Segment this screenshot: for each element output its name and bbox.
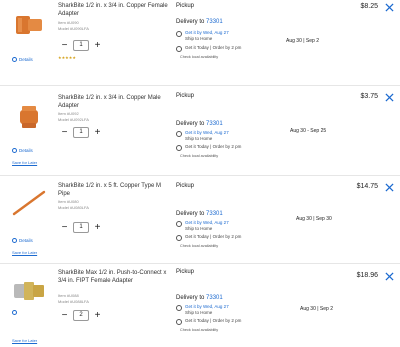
store-sku: Model #U080LFA bbox=[58, 205, 89, 210]
details-label: Details bbox=[19, 238, 33, 243]
item-price: $14.75 bbox=[356, 183, 378, 190]
zip-code-link[interactable]: 73301 bbox=[206, 19, 223, 25]
details-label: Details bbox=[19, 57, 33, 62]
zip-code-link[interactable]: 73301 bbox=[206, 295, 223, 301]
save-for-later-link[interactable]: Save for Later bbox=[12, 338, 37, 343]
decrement-button[interactable]: − bbox=[60, 127, 69, 138]
cart-item-2: SharkBite 1/2 in. x 3/4 in. Copper Male … bbox=[0, 88, 400, 176]
rating-stars: ★★★★★ bbox=[58, 55, 76, 60]
details-link[interactable]: Details bbox=[12, 57, 33, 62]
increment-button[interactable]: + bbox=[93, 127, 102, 138]
pickup-header: Pickup bbox=[176, 3, 195, 9]
cart-item-3: SharkBite 1/2 in. x 5 ft. Copper Type M … bbox=[0, 178, 400, 264]
radio-icon[interactable] bbox=[176, 145, 182, 151]
delivery-line: Delivery to 73301 bbox=[176, 295, 223, 301]
pickup-option[interactable]: Get it Today | Order by 2 pm bbox=[176, 144, 241, 151]
increment-button[interactable]: + bbox=[93, 40, 102, 51]
store-sku: Model #U092LFA bbox=[58, 117, 89, 122]
radio-icon[interactable] bbox=[176, 305, 182, 311]
pickup-option[interactable]: Get it Today | Order by 2 pm bbox=[176, 45, 241, 52]
ship-option[interactable]: Get it by Wed, Aug 27 Ship to Home bbox=[176, 30, 229, 41]
availability-note: Check local availability bbox=[180, 328, 219, 332]
details-label: Details bbox=[19, 148, 33, 153]
radio-icon[interactable] bbox=[176, 46, 182, 52]
delivery-date-range: Aug 30 | Sep 2 bbox=[286, 38, 319, 44]
radio-icon[interactable] bbox=[176, 31, 182, 37]
delivery-line: Delivery to 73301 bbox=[176, 121, 223, 127]
store-sku: Model #U088LFA bbox=[58, 299, 89, 304]
close-icon[interactable] bbox=[385, 93, 394, 102]
quantity-input[interactable]: 1 bbox=[73, 127, 89, 138]
item-price: $3.75 bbox=[360, 93, 378, 100]
quantity-stepper: − 1 + bbox=[60, 222, 102, 233]
decrement-button[interactable]: − bbox=[60, 40, 69, 51]
decrement-button[interactable]: − bbox=[60, 222, 69, 233]
increment-button[interactable]: + bbox=[93, 222, 102, 233]
radio-icon[interactable] bbox=[176, 235, 182, 241]
item-price: $8.25 bbox=[360, 3, 378, 10]
close-icon[interactable] bbox=[385, 272, 394, 281]
product-description[interactable]: SharkBite Max 1/2 in. Push-to-Connect x … bbox=[58, 269, 168, 285]
quantity-input[interactable]: 1 bbox=[73, 40, 89, 51]
radio-icon[interactable] bbox=[176, 131, 182, 137]
quantity-input[interactable]: 1 bbox=[73, 222, 89, 233]
pickup-option[interactable]: Get it Today | Order by 2 pm bbox=[176, 318, 241, 325]
pickup-header: Pickup bbox=[176, 93, 195, 99]
ship-option[interactable]: Get it by Wed, Aug 27 Ship to Home bbox=[176, 220, 229, 231]
quantity-stepper: − 2 + bbox=[60, 310, 102, 321]
radio-icon[interactable] bbox=[176, 319, 182, 325]
pickup-option[interactable]: Get it Today | Order by 2 pm bbox=[176, 234, 241, 241]
product-description[interactable]: SharkBite 1/2 in. x 3/4 in. Copper Femal… bbox=[58, 2, 168, 18]
circle-icon bbox=[12, 148, 17, 153]
ship-option[interactable]: Get it by Wed, Aug 27 Ship to Home bbox=[176, 304, 229, 315]
copper-female-adapter-image bbox=[16, 16, 42, 34]
quantity-stepper: − 1 + bbox=[60, 40, 102, 51]
pickup-header: Pickup bbox=[176, 183, 195, 189]
close-icon[interactable] bbox=[385, 3, 394, 12]
zip-code-link[interactable]: 73301 bbox=[206, 121, 223, 127]
circle-icon bbox=[12, 57, 17, 62]
details-link[interactable]: Details bbox=[12, 148, 33, 153]
product-description[interactable]: SharkBite 1/2 in. x 3/4 in. Copper Male … bbox=[58, 94, 168, 110]
save-for-later-link[interactable]: Save for Later bbox=[12, 250, 37, 255]
radio-icon[interactable] bbox=[176, 221, 182, 227]
quantity-input[interactable]: 2 bbox=[73, 310, 89, 321]
save-for-later-link[interactable]: Save for Later bbox=[12, 160, 37, 165]
item-model: Item #U080 bbox=[58, 199, 79, 204]
store-sku: Model #U090LFA bbox=[58, 26, 89, 31]
availability-note: Check local availability bbox=[180, 244, 219, 248]
availability-note: Check local availability bbox=[180, 154, 219, 158]
item-price: $18.96 bbox=[356, 272, 378, 279]
quantity-stepper: − 1 + bbox=[60, 127, 102, 138]
circle-icon bbox=[12, 310, 17, 315]
push-connect-adapter-image bbox=[14, 282, 44, 300]
details-link[interactable]: Details bbox=[12, 238, 33, 243]
item-model: Item #U092 bbox=[58, 111, 79, 116]
delivery-date-range: Aug 30 | Sep 2 bbox=[300, 306, 333, 312]
details-link[interactable] bbox=[12, 310, 17, 315]
copper-male-adapter-image bbox=[20, 106, 38, 128]
delivery-date-range: Aug 30 | Sep 30 bbox=[296, 216, 332, 222]
zip-code-link[interactable]: 73301 bbox=[206, 211, 223, 217]
item-model: Item #U090 bbox=[58, 20, 79, 25]
circle-icon bbox=[12, 238, 17, 243]
cart-item-1: SharkBite 1/2 in. x 3/4 in. Copper Femal… bbox=[0, 0, 400, 86]
ship-option[interactable]: Get it by Wed, Aug 27 Ship to Home bbox=[176, 130, 229, 141]
pickup-header: Pickup bbox=[176, 269, 195, 275]
close-icon[interactable] bbox=[385, 183, 394, 192]
delivery-line: Delivery to 73301 bbox=[176, 19, 223, 25]
product-description[interactable]: SharkBite 1/2 in. x 5 ft. Copper Type M … bbox=[58, 182, 168, 198]
delivery-date-range: Aug 30 - Sep 25 bbox=[290, 128, 327, 134]
increment-button[interactable]: + bbox=[93, 310, 102, 321]
decrement-button[interactable]: − bbox=[60, 310, 69, 321]
copper-pipe-image bbox=[12, 190, 46, 216]
item-model: Item #U088 bbox=[58, 293, 79, 298]
availability-note: Check local availability bbox=[180, 55, 219, 59]
cart-item-4: SharkBite Max 1/2 in. Push-to-Connect x … bbox=[0, 266, 400, 347]
delivery-line: Delivery to 73301 bbox=[176, 211, 223, 217]
